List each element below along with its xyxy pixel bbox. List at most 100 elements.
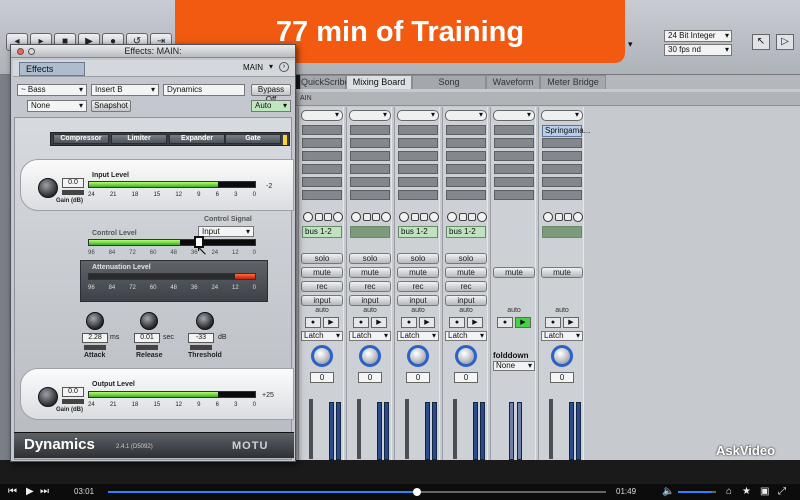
effect-slot[interactable] (446, 164, 486, 174)
send-dial[interactable] (303, 212, 313, 222)
window-titlebar[interactable]: Effects: MAIN: (11, 45, 295, 58)
bit-depth-select[interactable]: 24 Bit Integer (664, 30, 732, 42)
pan-knob[interactable] (359, 345, 381, 367)
auto-read-button[interactable]: ● (305, 317, 321, 328)
effect-slot[interactable] (494, 125, 534, 135)
effect-slot[interactable] (446, 177, 486, 187)
effect-slot[interactable] (542, 138, 582, 148)
effect-slot[interactable] (302, 151, 342, 161)
release-stepper[interactable] (136, 345, 158, 350)
auto-read-button[interactable]: ● (353, 317, 369, 328)
pan-value[interactable]: 0 (310, 372, 334, 383)
fullscreen-icon[interactable]: ⤢ (778, 486, 786, 497)
effect-slot[interactable] (446, 125, 486, 135)
plugin-name-field[interactable]: Dynamics (163, 84, 245, 96)
effect-slot[interactable] (302, 164, 342, 174)
limiter-mode-button[interactable]: Limiter (111, 134, 167, 144)
pan-value[interactable]: 0 (358, 372, 382, 383)
tab-mixing-board[interactable]: Mixing Board (346, 75, 412, 89)
effect-slot[interactable] (302, 125, 342, 135)
effect-slot[interactable] (350, 177, 390, 187)
threshold-knob[interactable] (196, 312, 214, 330)
effect-slot[interactable] (350, 138, 390, 148)
effect-slot[interactable] (398, 138, 438, 148)
volume-fader[interactable] (453, 399, 457, 459)
pan-knob[interactable] (311, 345, 333, 367)
insert-select[interactable] (493, 110, 535, 121)
output-gain-knob[interactable] (38, 387, 58, 407)
effect-slot[interactable] (446, 190, 486, 200)
attack-stepper[interactable] (84, 345, 106, 350)
tab-song[interactable]: Song (412, 75, 486, 89)
send-dial[interactable] (429, 212, 439, 222)
mute-button[interactable]: mute (397, 267, 439, 278)
effect-slot[interactable] (398, 125, 438, 135)
effects-tab[interactable]: Effects (19, 62, 85, 76)
insert-select[interactable] (445, 110, 487, 121)
rewind-icon[interactable]: ⏮ (8, 486, 17, 497)
bus-assign[interactable] (350, 226, 390, 238)
auto-write-button[interactable]: ▶ (323, 317, 339, 328)
effect-slot[interactable] (494, 138, 534, 148)
release-value[interactable]: 0.01 (134, 333, 160, 343)
output-gain-stepper[interactable] (62, 399, 84, 404)
input-gain-stepper[interactable] (62, 190, 84, 195)
input-button[interactable]: input (349, 295, 391, 306)
send-button[interactable] (315, 213, 323, 221)
send-button[interactable] (564, 213, 572, 221)
insert-select[interactable] (541, 110, 583, 121)
frame-rate-select[interactable]: 30 fps nd (664, 44, 732, 56)
solo-button[interactable]: solo (349, 253, 391, 264)
send-dial[interactable] (399, 212, 409, 222)
input-gain-knob[interactable] (38, 178, 58, 198)
effect-slot[interactable] (542, 190, 582, 200)
snapshot-button[interactable]: Snapshot (91, 100, 131, 112)
fast-forward-icon[interactable]: ⏭ (40, 486, 49, 497)
effect-slot[interactable] (494, 164, 534, 174)
preset-select[interactable]: None (27, 100, 87, 112)
effect-slot[interactable] (398, 151, 438, 161)
tab-quickscribe[interactable]: QuickScribe (300, 75, 350, 89)
pan-knob[interactable] (407, 345, 429, 367)
bus-assign[interactable]: bus 1-2 (398, 226, 438, 238)
automation-mode-select[interactable]: Latch (445, 331, 487, 341)
send-dial[interactable] (381, 212, 391, 222)
effect-slot[interactable] (350, 125, 390, 135)
pan-value[interactable]: 0 (406, 372, 430, 383)
solo-button[interactable]: solo (397, 253, 439, 264)
rec-button[interactable]: rec (349, 281, 391, 292)
effect-slot[interactable] (494, 177, 534, 187)
input-button[interactable]: input (445, 295, 487, 306)
solo-button[interactable]: solo (445, 253, 487, 264)
bus-assign[interactable]: bus 1-2 (302, 226, 342, 238)
threshold-stepper[interactable] (190, 345, 212, 350)
auto-write-button[interactable]: ▶ (515, 317, 531, 328)
minimize-icon[interactable] (28, 48, 35, 55)
rec-button[interactable]: rec (301, 281, 343, 292)
tab-meter-bridge[interactable]: Meter Bridge (540, 75, 606, 89)
star-icon[interactable]: ★ (742, 486, 751, 497)
play-icon[interactable]: ▶ (26, 486, 34, 497)
pan-value[interactable]: 0 (550, 372, 574, 383)
insert-slot-springamabob[interactable]: Springama... (542, 125, 590, 137)
volume-icon[interactable]: 🔈 (662, 486, 674, 497)
send-dial[interactable] (351, 212, 361, 222)
volume-slider[interactable] (678, 491, 716, 493)
input-gain-value[interactable]: 0.0 (62, 178, 84, 188)
effect-slot[interactable] (350, 164, 390, 174)
effect-slot[interactable] (494, 151, 534, 161)
threshold-value[interactable]: -33 (188, 333, 214, 343)
attack-value[interactable]: 2.28 (82, 333, 108, 343)
send-button[interactable] (372, 213, 380, 221)
effect-slot[interactable] (398, 164, 438, 174)
effect-slot[interactable] (350, 190, 390, 200)
auto-read-button[interactable]: ● (545, 317, 561, 328)
automation-mode-select[interactable]: Latch (349, 331, 391, 341)
solo-button[interactable]: solo (301, 253, 343, 264)
automation-select[interactable]: Auto (251, 100, 291, 112)
progress-bar[interactable] (108, 488, 606, 496)
rec-button[interactable]: rec (445, 281, 487, 292)
rec-button[interactable]: rec (397, 281, 439, 292)
mute-button[interactable]: mute (349, 267, 391, 278)
progress-thumb[interactable] (412, 488, 421, 496)
